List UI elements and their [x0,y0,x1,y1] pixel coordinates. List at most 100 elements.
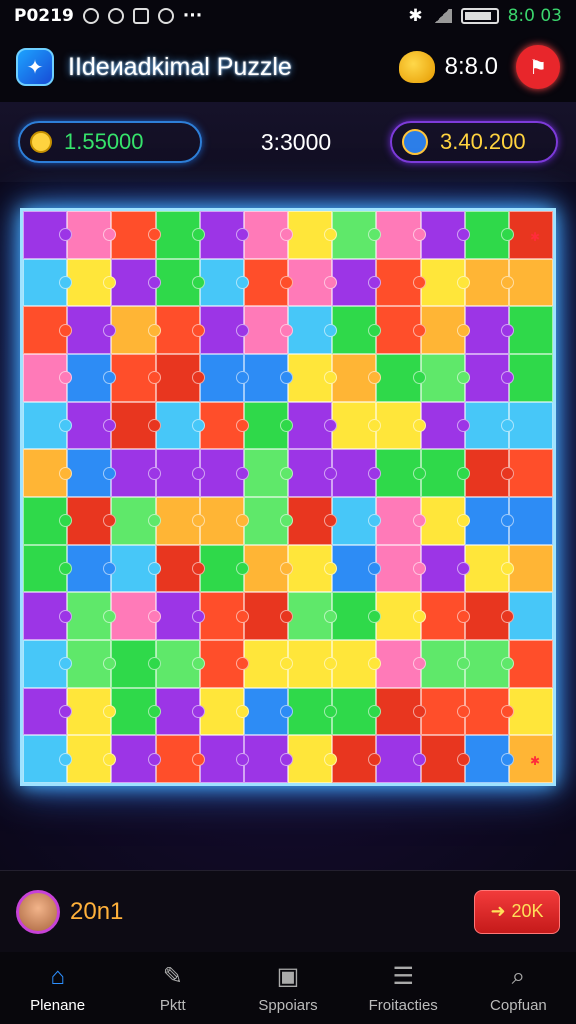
puzzle-piece[interactable] [199,687,250,736]
puzzle-piece[interactable] [508,306,553,354]
puzzle-piece[interactable] [23,401,73,450]
puzzle-piece[interactable] [464,544,515,593]
puzzle-piece[interactable] [67,735,117,783]
puzzle-piece[interactable] [199,449,250,497]
puzzle-piece[interactable] [111,687,161,736]
puzzle-piece[interactable] [288,735,338,783]
puzzle-piece[interactable] [111,211,161,259]
puzzle-piece[interactable] [376,258,426,307]
puzzle-piece[interactable] [199,497,250,545]
puzzle-piece[interactable] [464,497,515,545]
puzzle-piece[interactable] [376,306,426,354]
puzzle-piece[interactable] [420,687,470,736]
puzzle-piece[interactable] [155,735,205,783]
puzzle-piece[interactable] [199,306,250,354]
puzzle-piece[interactable] [420,497,470,545]
puzzle-piece[interactable] [508,544,553,593]
puzzle-piece[interactable] [376,401,426,450]
puzzle-piece[interactable] [464,592,515,640]
puzzle-piece[interactable] [332,592,382,640]
puzzle-piece[interactable] [23,735,73,783]
puzzle-piece[interactable] [243,211,294,259]
puzzle-piece[interactable] [67,401,117,450]
puzzle-piece[interactable] [155,687,205,736]
puzzle-piece[interactable] [111,640,161,688]
puzzle-piece[interactable] [420,735,470,783]
puzzle-piece[interactable] [420,354,470,402]
puzzle-piece[interactable] [288,258,338,307]
puzzle-piece[interactable] [111,544,161,593]
puzzle-piece[interactable] [111,497,161,545]
puzzle-piece[interactable] [288,401,338,450]
puzzle-piece[interactable] [288,640,338,688]
puzzle-piece[interactable] [67,449,117,497]
puzzle-piece[interactable] [288,544,338,593]
puzzle-piece[interactable] [67,687,117,736]
puzzle-piece[interactable] [199,401,250,450]
nav-item-home[interactable]: ⌂ Plenane [0,952,115,1024]
puzzle-piece[interactable] [420,401,470,450]
puzzle-piece[interactable] [23,354,73,402]
avatar[interactable] [16,889,60,934]
nav-item-gallery[interactable]: ▣ Sppoiars [230,952,345,1024]
puzzle-piece[interactable] [376,497,426,545]
puzzle-piece[interactable] [376,735,426,783]
puzzle-piece[interactable] [332,687,382,736]
puzzle-piece[interactable] [23,640,73,688]
puzzle-piece[interactable] [376,544,426,593]
nav-item-search[interactable]: ⌕ Copfuan [461,952,576,1024]
puzzle-piece[interactable] [288,592,338,640]
puzzle-piece[interactable] [23,449,73,497]
puzzle-piece[interactable] [243,687,294,736]
puzzle-piece[interactable] [332,401,382,450]
coins-pill[interactable]: 1.55000 [18,121,202,163]
puzzle-piece[interactable] [111,592,161,640]
puzzle-piece[interactable] [332,640,382,688]
puzzle-piece[interactable] [155,449,205,497]
puzzle-piece[interactable] [376,449,426,497]
puzzle-piece[interactable] [243,592,294,640]
puzzle-piece[interactable] [67,544,117,593]
puzzle-piece[interactable] [23,592,73,640]
puzzle-piece[interactable] [23,544,73,593]
puzzle-piece[interactable] [23,211,73,259]
puzzle-piece[interactable] [199,354,250,402]
puzzle-piece[interactable] [332,354,382,402]
puzzle-piece[interactable] [464,211,515,259]
puzzle-piece[interactable] [420,306,470,354]
puzzle-piece[interactable] [464,449,515,497]
puzzle-piece[interactable] [111,306,161,354]
puzzle-piece[interactable] [155,306,205,354]
puzzle-piece[interactable] [243,497,294,545]
puzzle-piece[interactable] [243,735,294,783]
puzzle-piece[interactable] [288,497,338,545]
puzzle-piece[interactable] [376,354,426,402]
puzzle-piece[interactable] [23,306,73,354]
puzzle-piece[interactable] [288,687,338,736]
action-button[interactable]: ➜ 20K [474,889,560,934]
puzzle-piece[interactable] [111,354,161,402]
puzzle-piece[interactable] [288,449,338,497]
nav-item-tools[interactable]: ✎ Pktt [115,952,230,1024]
puzzle-piece[interactable] [67,211,117,259]
puzzle-piece[interactable] [155,544,205,593]
puzzle-piece[interactable] [243,544,294,593]
puzzle-piece[interactable] [199,544,250,593]
puzzle-piece[interactable] [67,592,117,640]
puzzle-piece[interactable] [420,592,470,640]
puzzle-piece[interactable] [464,354,515,402]
puzzle-piece[interactable] [464,258,515,307]
puzzle-piece[interactable] [67,640,117,688]
nav-item-list[interactable]: ☰ Froitacties [346,952,461,1024]
puzzle-piece[interactable] [155,640,205,688]
puzzle-piece[interactable] [199,735,250,783]
puzzle-piece[interactable] [155,211,205,259]
puzzle-piece[interactable] [243,306,294,354]
puzzle-piece[interactable] [376,640,426,688]
puzzle-piece[interactable] [111,449,161,497]
puzzle-piece[interactable] [288,211,338,259]
puzzle-piece[interactable] [420,544,470,593]
puzzle-piece[interactable] [243,449,294,497]
puzzle-piece[interactable] [67,497,117,545]
puzzle-piece[interactable] [199,592,250,640]
